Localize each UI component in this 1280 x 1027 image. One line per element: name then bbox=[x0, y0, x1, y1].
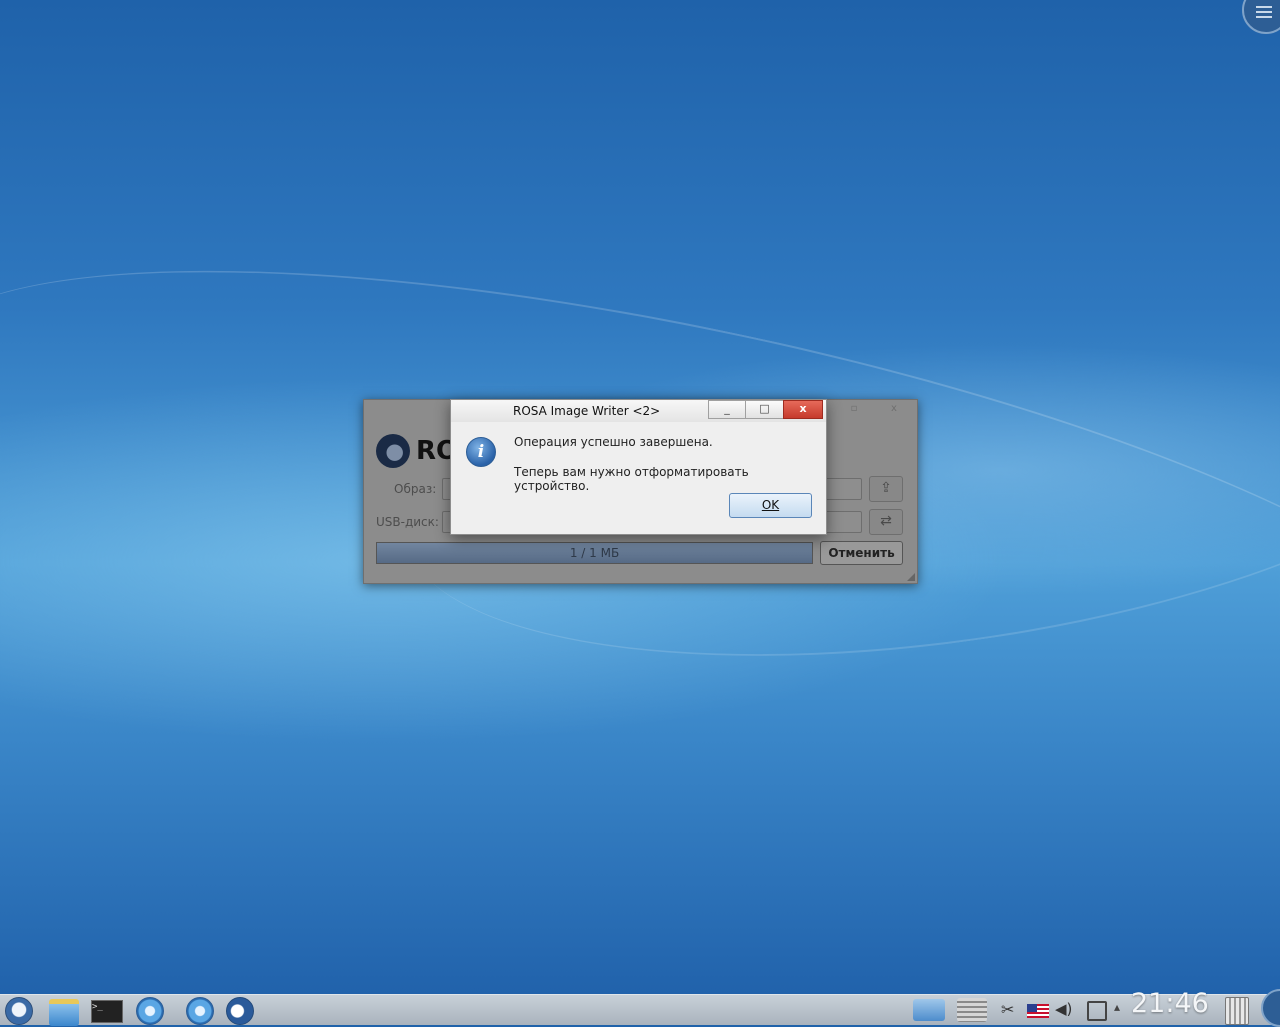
maximize-button[interactable]: □ bbox=[745, 400, 784, 419]
media-player-icon[interactable] bbox=[226, 997, 254, 1025]
cancel-button[interactable]: Отменить bbox=[820, 541, 903, 565]
dialog-titlebar[interactable]: ROSA Image Writer <2> _ □ x bbox=[451, 400, 826, 422]
browser-icon-2[interactable] bbox=[186, 997, 214, 1025]
clock[interactable]: 21:46 bbox=[1131, 988, 1209, 1019]
rosa-menu-icon[interactable] bbox=[5, 997, 33, 1025]
write-progress-bar: 1 / 1 МБ bbox=[376, 542, 813, 564]
message-line-2: Теперь вам нужно отформатировать устройс… bbox=[514, 465, 749, 493]
image-label: Образ: bbox=[394, 482, 437, 496]
usb-label: USB-диск: bbox=[376, 515, 439, 529]
keyboard-layout-us-flag-icon[interactable] bbox=[1027, 1004, 1049, 1018]
minimize-button[interactable]: _ bbox=[708, 400, 746, 419]
rosa-logo-icon bbox=[376, 434, 410, 468]
refresh-devices-button[interactable]: ⇄ bbox=[869, 509, 903, 535]
refresh-icon: ⇄ bbox=[880, 513, 892, 529]
clipboard-scissors-icon[interactable]: ✂ bbox=[1001, 1000, 1014, 1019]
file-manager-icon[interactable] bbox=[49, 999, 79, 1026]
taskbar-corner-icon[interactable] bbox=[1261, 989, 1280, 1027]
maximize-icon[interactable]: ▫ bbox=[844, 403, 864, 415]
tray-expand-icon[interactable]: ▴ bbox=[1114, 1000, 1120, 1014]
network-icon[interactable] bbox=[1087, 1001, 1107, 1021]
screenshot-icon[interactable] bbox=[913, 999, 945, 1021]
browser-icon[interactable] bbox=[136, 997, 164, 1025]
close-icon[interactable]: x bbox=[884, 403, 904, 415]
information-icon: i bbox=[466, 437, 496, 467]
info-dialog: ROSA Image Writer <2> _ □ x i Операция у… bbox=[450, 399, 827, 535]
ok-button[interactable]: OK bbox=[729, 493, 812, 518]
close-button[interactable]: x bbox=[783, 400, 823, 419]
desktop-corner-menu-icon[interactable] bbox=[1242, 0, 1280, 34]
volume-icon[interactable]: ◀) bbox=[1055, 1000, 1072, 1018]
open-image-button[interactable]: ⇪ bbox=[869, 476, 903, 502]
scanner-icon[interactable] bbox=[957, 998, 987, 1022]
ok-label: OK bbox=[761, 498, 780, 512]
message-line-1: Операция успешно завершена. bbox=[514, 435, 713, 449]
folder-open-icon: ⇪ bbox=[880, 480, 892, 496]
taskbar: >_ ✂ ◀) ▴ bbox=[0, 989, 1280, 1027]
dialog-title: ROSA Image Writer <2> bbox=[513, 404, 661, 418]
resize-grip-icon[interactable] bbox=[907, 573, 915, 581]
terminal-icon[interactable]: >_ bbox=[91, 1000, 123, 1023]
trash-icon[interactable] bbox=[1225, 997, 1249, 1025]
